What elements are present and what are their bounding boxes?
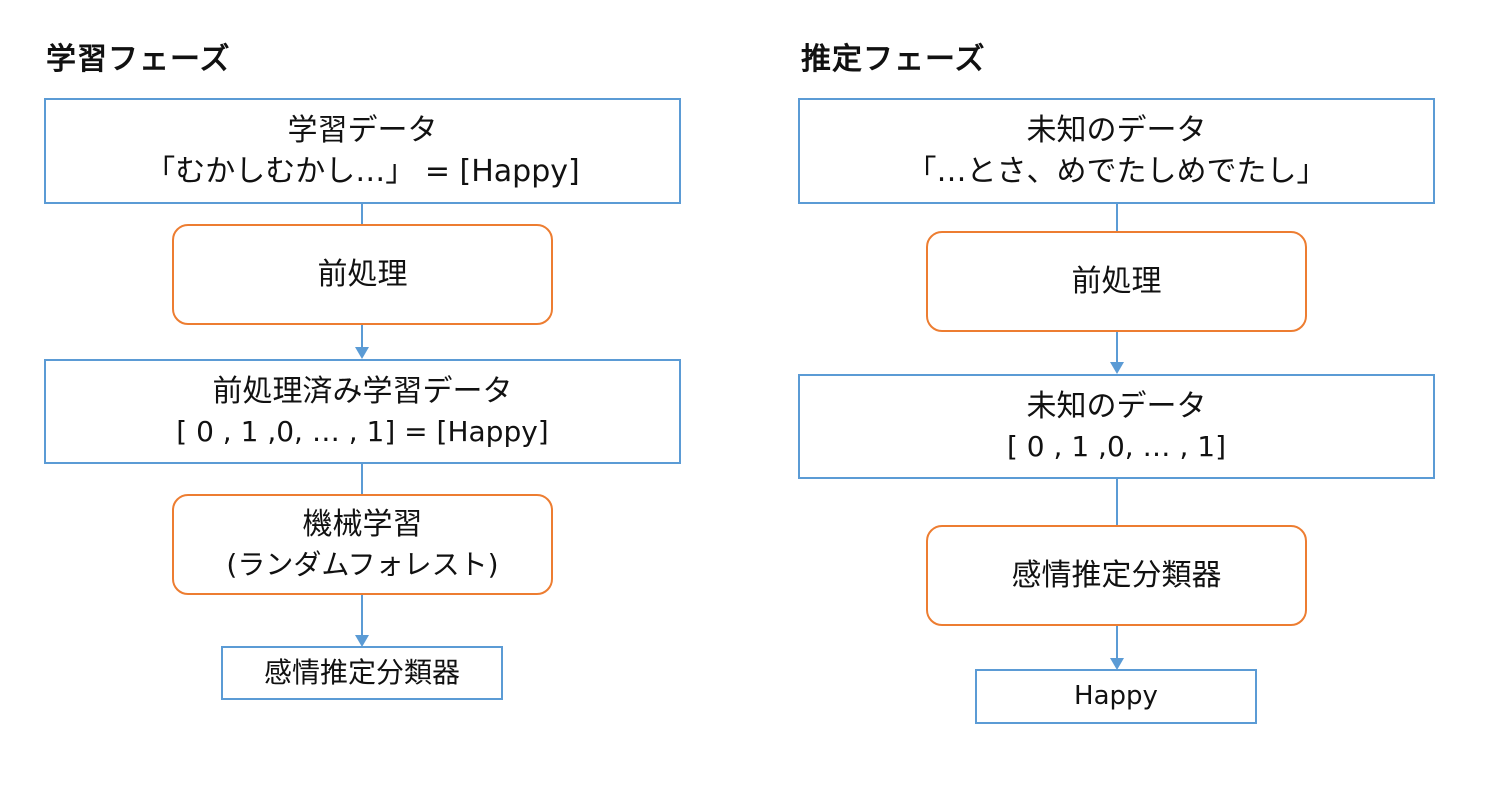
arrow-head <box>355 347 369 359</box>
unknown-data-example: 「…とさ、めでたしめでたし」 <box>906 154 1327 189</box>
training-data-box: 学習データ 「むかしむかし…」 = [Happy] <box>44 98 681 204</box>
unknown-data-box: 未知のデータ 「…とさ、めでたしめでたし」 <box>798 98 1435 204</box>
emotion-classifier-output-box: 感情推定分類器 <box>221 646 503 700</box>
preprocess-label: 前処理 <box>1071 263 1162 299</box>
preprocessed-data-label: 前処理済み学習データ <box>212 374 513 410</box>
unknown-vector-label: 未知のデータ <box>1026 389 1207 425</box>
unknown-vector-values: [ 0 , 1 ,0, … , 1] <box>1006 429 1226 463</box>
prediction-output-box: Happy <box>975 669 1257 724</box>
unknown-data-label: 未知のデータ <box>1026 112 1207 148</box>
connector-line <box>361 464 363 494</box>
connector-line <box>1116 626 1118 660</box>
preprocessed-data-vector: [ 0 , 1 ,0, … , 1] = [Happy] <box>176 414 549 448</box>
machine-learning-box: 機械学習 (ランダムフォレスト) <box>172 494 553 595</box>
connector-line <box>1116 332 1118 364</box>
emotion-classifier-box: 感情推定分類器 <box>926 525 1307 626</box>
preprocess-box: 前処理 <box>172 224 553 325</box>
machine-learning-label: 機械学習 <box>302 507 423 543</box>
inference-phase-title: 推定フェーズ <box>801 42 986 77</box>
training-data-label: 学習データ <box>287 112 438 148</box>
preprocess-label: 前処理 <box>317 256 408 292</box>
connector-line <box>1116 204 1118 231</box>
preprocess-box: 前処理 <box>926 231 1307 332</box>
random-forest-label: (ランダムフォレスト) <box>226 547 499 581</box>
arrow-head <box>1110 362 1124 374</box>
prediction-output-label: Happy <box>1074 680 1158 711</box>
connector-line <box>361 595 363 637</box>
connector-line <box>361 204 363 224</box>
emotion-classifier-label: 感情推定分類器 <box>263 655 460 689</box>
preprocessed-training-data-box: 前処理済み学習データ [ 0 , 1 ,0, … , 1] = [Happy] <box>44 359 681 464</box>
training-data-example: 「むかしむかし…」 = [Happy] <box>145 154 580 189</box>
learning-phase-title: 学習フェーズ <box>46 42 231 77</box>
emotion-classifier-label: 感情推定分類器 <box>1011 557 1222 593</box>
connector-line <box>361 325 363 349</box>
connector-line <box>1116 479 1118 525</box>
unknown-data-vector-box: 未知のデータ [ 0 , 1 ,0, … , 1] <box>798 374 1435 479</box>
